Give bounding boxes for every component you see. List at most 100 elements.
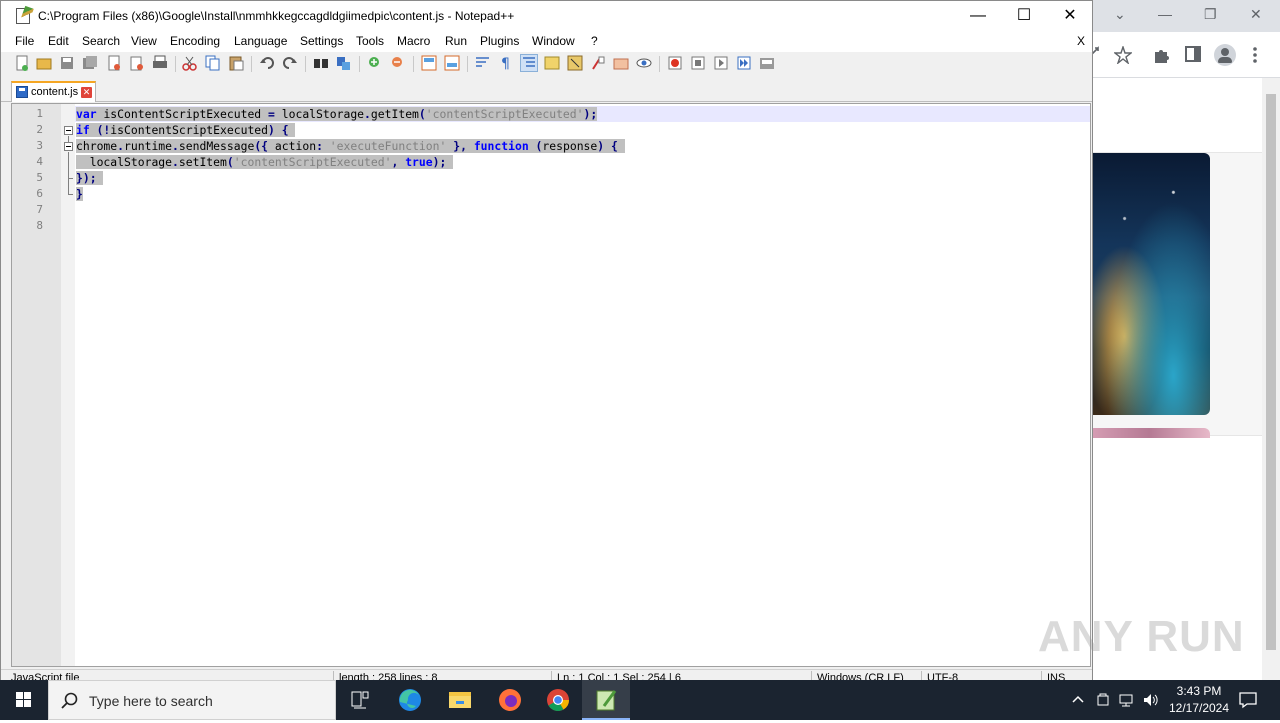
browser-window: ⌄ — ❐ ✕ bbox=[1088, 0, 1280, 680]
notepadpp-titlebar: C:\Program Files (x86)\Google\Install\nm… bbox=[1, 1, 1092, 32]
security-icon[interactable] bbox=[1095, 692, 1111, 708]
stop-macro-icon[interactable] bbox=[690, 55, 706, 71]
code-line-5: }); bbox=[76, 170, 104, 186]
browser-toolbar bbox=[1088, 32, 1280, 78]
menu-encoding[interactable]: Encoding bbox=[170, 34, 220, 48]
browser-scroll-thumb[interactable] bbox=[1266, 94, 1276, 650]
indent-guide-icon[interactable] bbox=[520, 54, 538, 72]
open-file-icon[interactable] bbox=[36, 55, 52, 71]
save-all-icon[interactable] bbox=[82, 55, 98, 71]
menu-file[interactable]: File bbox=[15, 34, 34, 48]
folder-workspace-icon[interactable] bbox=[613, 55, 629, 71]
menu-help[interactable]: ? bbox=[591, 34, 598, 48]
edge-icon bbox=[399, 689, 421, 711]
menu-settings[interactable]: Settings bbox=[300, 34, 343, 48]
sync-vertical-icon[interactable] bbox=[421, 55, 437, 71]
play-macro-icon[interactable] bbox=[713, 55, 729, 71]
browser-close-button[interactable]: ✕ bbox=[1250, 6, 1262, 23]
doc-map-icon[interactable] bbox=[567, 55, 583, 71]
taskbar-notepadpp[interactable] bbox=[582, 680, 630, 720]
copy-icon[interactable] bbox=[205, 55, 221, 71]
profile-icon[interactable] bbox=[1214, 44, 1236, 66]
folder-icon bbox=[449, 692, 471, 708]
tab-search-dropdown-icon[interactable]: ⌄ bbox=[1114, 6, 1126, 23]
code-line-6: } bbox=[76, 187, 83, 201]
close-file-icon[interactable] bbox=[106, 55, 122, 71]
menu-bar: File Edit Search View Encoding Language … bbox=[1, 32, 1092, 52]
start-button[interactable] bbox=[0, 680, 48, 720]
sync-horizontal-icon[interactable] bbox=[444, 55, 460, 71]
line-number: 1 bbox=[36, 107, 43, 120]
menu-macro[interactable]: Macro bbox=[397, 34, 430, 48]
run-macro-multiple-icon[interactable] bbox=[736, 55, 752, 71]
taskbar-file-explorer[interactable] bbox=[436, 680, 484, 720]
network-icon[interactable] bbox=[1118, 692, 1136, 708]
extensions-icon[interactable] bbox=[1152, 46, 1170, 64]
menu-search[interactable]: Search bbox=[82, 34, 120, 48]
show-hidden-icons-icon[interactable] bbox=[1070, 692, 1086, 708]
volume-icon[interactable] bbox=[1142, 692, 1160, 708]
fold-end bbox=[68, 194, 73, 195]
menu-language[interactable]: Language bbox=[234, 34, 287, 48]
find-icon[interactable] bbox=[313, 55, 329, 71]
browser-page-content bbox=[1088, 78, 1262, 680]
taskbar-search-box[interactable]: Type here to search bbox=[48, 680, 336, 720]
tab-content-js[interactable]: content.js ✕ bbox=[11, 81, 96, 102]
line-number: 2 bbox=[36, 123, 43, 136]
menu-icon[interactable] bbox=[1252, 46, 1258, 64]
monitoring-icon[interactable] bbox=[636, 55, 652, 71]
sidepanel-icon[interactable] bbox=[1185, 46, 1201, 62]
minimize-button[interactable]: — bbox=[955, 1, 1001, 32]
close-document-button[interactable]: X bbox=[1077, 34, 1085, 48]
word-wrap-icon[interactable] bbox=[475, 55, 491, 71]
clock-date: 12/17/2024 bbox=[1168, 701, 1230, 715]
new-file-icon[interactable] bbox=[14, 55, 30, 71]
clock-time: 3:43 PM bbox=[1176, 684, 1222, 698]
taskbar-clock[interactable]: 3:43 PM 12/17/2024 bbox=[1160, 683, 1238, 717]
line-number: 6 bbox=[36, 187, 43, 200]
browser-restore-button[interactable]: ❐ bbox=[1204, 6, 1217, 23]
record-macro-icon[interactable] bbox=[667, 55, 683, 71]
menu-window[interactable]: Window bbox=[532, 34, 575, 48]
udl-icon[interactable] bbox=[544, 55, 560, 71]
flower-image[interactable] bbox=[1088, 428, 1210, 438]
function-list-icon[interactable] bbox=[590, 55, 606, 71]
zoom-in-icon[interactable] bbox=[367, 55, 383, 71]
menu-run[interactable]: Run bbox=[445, 34, 467, 48]
show-all-chars-icon[interactable]: ¶ bbox=[498, 55, 514, 71]
anyrun-watermark: ANY RUN bbox=[1038, 612, 1245, 661]
taskbar-firefox[interactable] bbox=[486, 680, 534, 720]
replace-icon[interactable] bbox=[336, 55, 352, 71]
menu-edit[interactable]: Edit bbox=[48, 34, 69, 48]
print-icon[interactable] bbox=[152, 55, 168, 71]
task-view-button[interactable] bbox=[336, 680, 384, 720]
zoom-out-icon[interactable] bbox=[390, 55, 406, 71]
toolbar: ¶ bbox=[1, 52, 1092, 76]
notifications-icon[interactable] bbox=[1238, 691, 1258, 709]
tab-label: content.js bbox=[31, 86, 79, 98]
undo-icon[interactable] bbox=[259, 55, 275, 71]
city-night-image[interactable] bbox=[1088, 153, 1210, 415]
close-button[interactable]: ✕ bbox=[1047, 1, 1093, 32]
paste-icon[interactable] bbox=[228, 55, 244, 71]
redo-icon[interactable] bbox=[282, 55, 298, 71]
tab-close-icon[interactable]: ✕ bbox=[81, 87, 92, 98]
menu-plugins[interactable]: Plugins bbox=[480, 34, 519, 48]
menu-tools[interactable]: Tools bbox=[356, 34, 384, 48]
save-macro-icon[interactable] bbox=[759, 55, 775, 71]
taskbar-chrome[interactable] bbox=[534, 680, 582, 720]
close-all-icon[interactable] bbox=[129, 55, 145, 71]
code-line-4: localStorage.setItem('contentScriptExecu… bbox=[76, 154, 454, 170]
menu-view[interactable]: View bbox=[131, 34, 157, 48]
fold-toggle-icon[interactable] bbox=[64, 126, 73, 135]
star-icon[interactable] bbox=[1114, 46, 1132, 64]
maximize-button[interactable]: ☐ bbox=[1001, 1, 1047, 32]
chrome-icon bbox=[547, 689, 569, 711]
firefox-icon bbox=[499, 689, 521, 711]
code-editor[interactable]: 1 2 3 4 5 6 7 8 var isContentScriptExecu… bbox=[11, 103, 1091, 667]
taskbar-edge[interactable] bbox=[386, 680, 434, 720]
fold-toggle-icon[interactable] bbox=[64, 142, 73, 151]
cut-icon[interactable] bbox=[182, 55, 198, 71]
browser-minimize-button[interactable]: — bbox=[1158, 6, 1172, 22]
save-icon[interactable] bbox=[59, 55, 75, 71]
